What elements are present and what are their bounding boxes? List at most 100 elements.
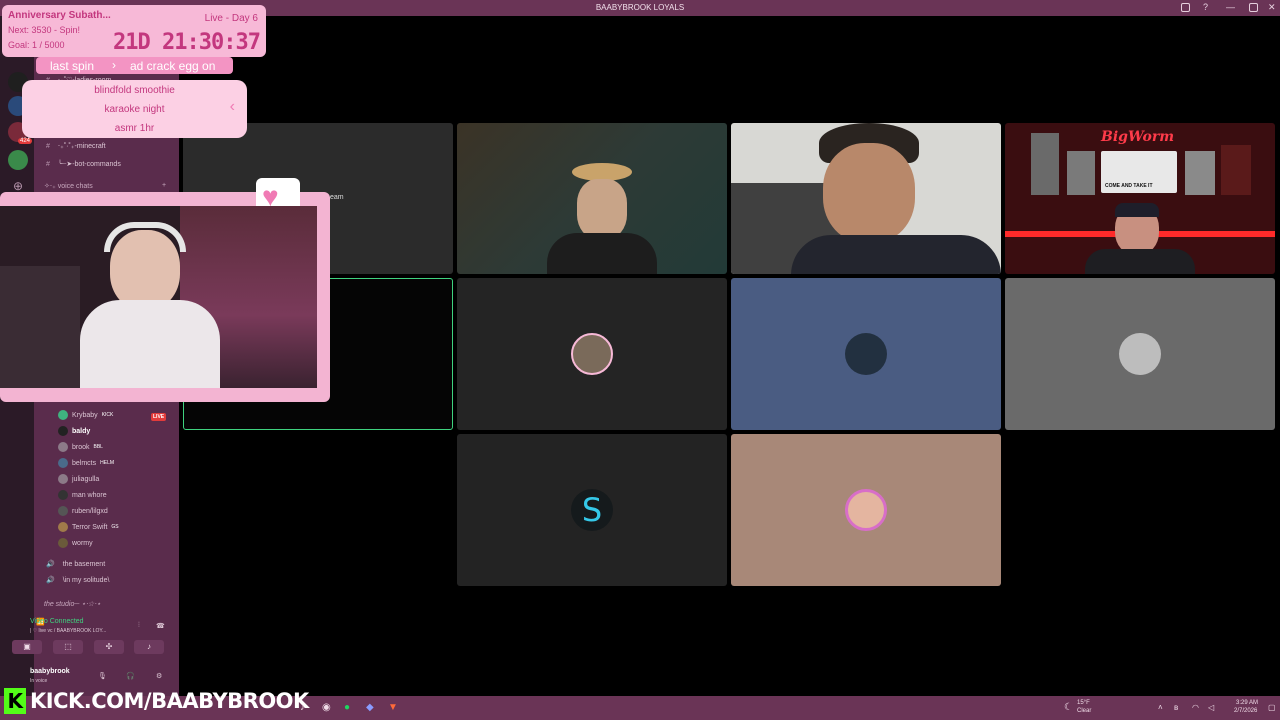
- avatar: [845, 333, 887, 375]
- member-item[interactable]: juliagulla: [58, 474, 99, 484]
- avatar: [58, 538, 68, 548]
- avatar: [58, 522, 68, 532]
- stream-label: eam: [330, 194, 344, 201]
- close-icon[interactable]: ✕: [1268, 2, 1276, 13]
- notification-icon[interactable]: ▢: [1268, 703, 1276, 712]
- clock-date[interactable]: 2/7/2026: [1234, 708, 1257, 714]
- video-button[interactable]: ▣: [12, 640, 42, 654]
- avatar: [58, 426, 68, 436]
- s-logo-avatar: S: [571, 489, 613, 531]
- video-tile-2[interactable]: [457, 123, 727, 274]
- avatar: [58, 442, 68, 452]
- shirt-shape: [80, 300, 220, 388]
- tiktok-icon[interactable]: ♪: [300, 702, 305, 713]
- headphones-icon[interactable]: 🎧: [126, 672, 135, 680]
- video-status: Video Connected: [30, 618, 84, 625]
- screen-share-button[interactable]: ⬚: [53, 640, 83, 654]
- spin-item: blindfold smoothie: [94, 85, 175, 96]
- member-item[interactable]: Krybaby KICK: [58, 410, 113, 420]
- member-name: Terror Swift: [72, 523, 108, 531]
- member-tag: BBL: [93, 444, 103, 450]
- clock-time[interactable]: 3:29 AM: [1236, 700, 1258, 706]
- add-channel-icon[interactable]: +: [162, 182, 166, 189]
- video-tile-10[interactable]: [731, 434, 1001, 586]
- avatar: [58, 410, 68, 420]
- channel-label: the basement: [62, 561, 106, 568]
- noise-icon[interactable]: ⫶: [138, 622, 140, 630]
- avatar: [571, 333, 613, 375]
- member-item[interactable]: baldy: [58, 426, 90, 436]
- video-tile-9[interactable]: S: [457, 434, 727, 586]
- poster-right: [1185, 151, 1215, 195]
- last-spin-bar: last spin › ad crack egg on: [36, 57, 233, 74]
- member-item[interactable]: belmcts HELM: [58, 458, 114, 468]
- poster-left: [1031, 133, 1059, 195]
- brave-icon[interactable]: ▼: [388, 702, 398, 713]
- countdown-timer: 21D 21:30:37: [113, 30, 261, 55]
- help-icon[interactable]: ?: [1203, 2, 1208, 12]
- member-name: ruben/lilgxd: [72, 507, 108, 515]
- voice-channel-item[interactable]: 🔊 \in my solitude\: [46, 576, 109, 584]
- next-goal: Next: 3530 - Spin!: [8, 25, 81, 35]
- member-name: baldy: [72, 427, 91, 435]
- avatar: [845, 489, 887, 531]
- avatar: [58, 474, 68, 484]
- goal-counter: Goal: 1 / 5000: [8, 40, 65, 50]
- channel-item[interactable]: # ‧₊˚·˚₊-minecraft: [46, 142, 106, 150]
- bigworm-sign: BigWorm: [1101, 129, 1175, 145]
- video-tile-4[interactable]: BigWorm COME AND TAKE IT: [1005, 123, 1275, 274]
- bluetooth-icon[interactable]: ʙ: [1174, 703, 1178, 712]
- avatar: [58, 458, 68, 468]
- video-tile-3[interactable]: [731, 123, 1001, 274]
- person-shape: [577, 179, 627, 239]
- poster-right-2: [1221, 145, 1251, 195]
- settings-icon[interactable]: ⚙: [156, 672, 162, 680]
- wifi-icon[interactable]: ◠: [1192, 703, 1199, 712]
- day-label: Live - Day 6: [204, 13, 258, 24]
- member-tag: KICK: [101, 412, 114, 418]
- member-item[interactable]: wormy: [58, 538, 93, 548]
- channel-label: ╰┈➤-bot-commands: [57, 161, 121, 168]
- video-tile-7[interactable]: [731, 278, 1001, 430]
- notification-badge: 424: [18, 138, 33, 144]
- weather-temp: 15°F: [1077, 700, 1090, 706]
- shirt-shape: [791, 235, 1001, 274]
- plush-pile: [0, 266, 80, 388]
- volume-icon[interactable]: ◁: [1208, 703, 1214, 712]
- studio-category-header[interactable]: the studio─ ⋆⋅☆⋅⋆: [44, 600, 101, 608]
- video-sub: | ♡ live vc / BAABYBROOK LOY...: [30, 628, 107, 634]
- activities-button[interactable]: ✣: [94, 640, 124, 654]
- video-tile-8[interactable]: [1005, 278, 1275, 430]
- inbox-icon[interactable]: [1181, 3, 1190, 12]
- maximize-icon[interactable]: [1249, 3, 1258, 12]
- channel-item[interactable]: # ╰┈➤-bot-commands: [46, 160, 121, 168]
- member-item[interactable]: ruben/lilgxd: [58, 506, 108, 516]
- subathon-panel: Anniversary Subath... Live - Day 6 Next:…: [2, 5, 266, 57]
- disconnect-icon[interactable]: ☎: [156, 622, 165, 630]
- voice-channel-item[interactable]: 🔊 the basement: [46, 560, 105, 568]
- channel-label: ‧₊˚·˚₊-minecraft: [57, 143, 106, 150]
- member-name: Krybaby: [72, 411, 98, 419]
- voice-category-header[interactable]: ✧‧₊ voice chats: [44, 182, 93, 190]
- minimize-icon[interactable]: —: [1226, 2, 1235, 12]
- obs-icon[interactable]: ◉: [322, 702, 331, 713]
- server-icon-4[interactable]: [8, 150, 28, 170]
- avatar: [1119, 333, 1161, 375]
- poster-left-2: [1067, 151, 1095, 195]
- spotify-icon[interactable]: ●: [344, 702, 350, 713]
- member-item[interactable]: man whore: [58, 490, 107, 500]
- member-item[interactable]: brook BBL: [58, 442, 103, 452]
- mic-icon[interactable]: 🎙: [98, 672, 107, 680]
- chevron-left-icon: ‹: [229, 98, 235, 115]
- avatar: [58, 490, 68, 500]
- face-shape: [823, 143, 915, 243]
- speaker-icon: 🔊: [46, 577, 55, 584]
- member-item[interactable]: Terror Swift GS: [58, 522, 119, 532]
- member-tag: HELM: [100, 460, 115, 466]
- headphones-shape: [104, 222, 186, 252]
- chevron-up-icon[interactable]: ˄: [1158, 703, 1163, 712]
- hash-icon: #: [46, 143, 50, 150]
- video-tile-6[interactable]: [457, 278, 727, 430]
- soundboard-button[interactable]: ♪: [134, 640, 164, 654]
- discord-icon[interactable]: ◆: [366, 702, 374, 713]
